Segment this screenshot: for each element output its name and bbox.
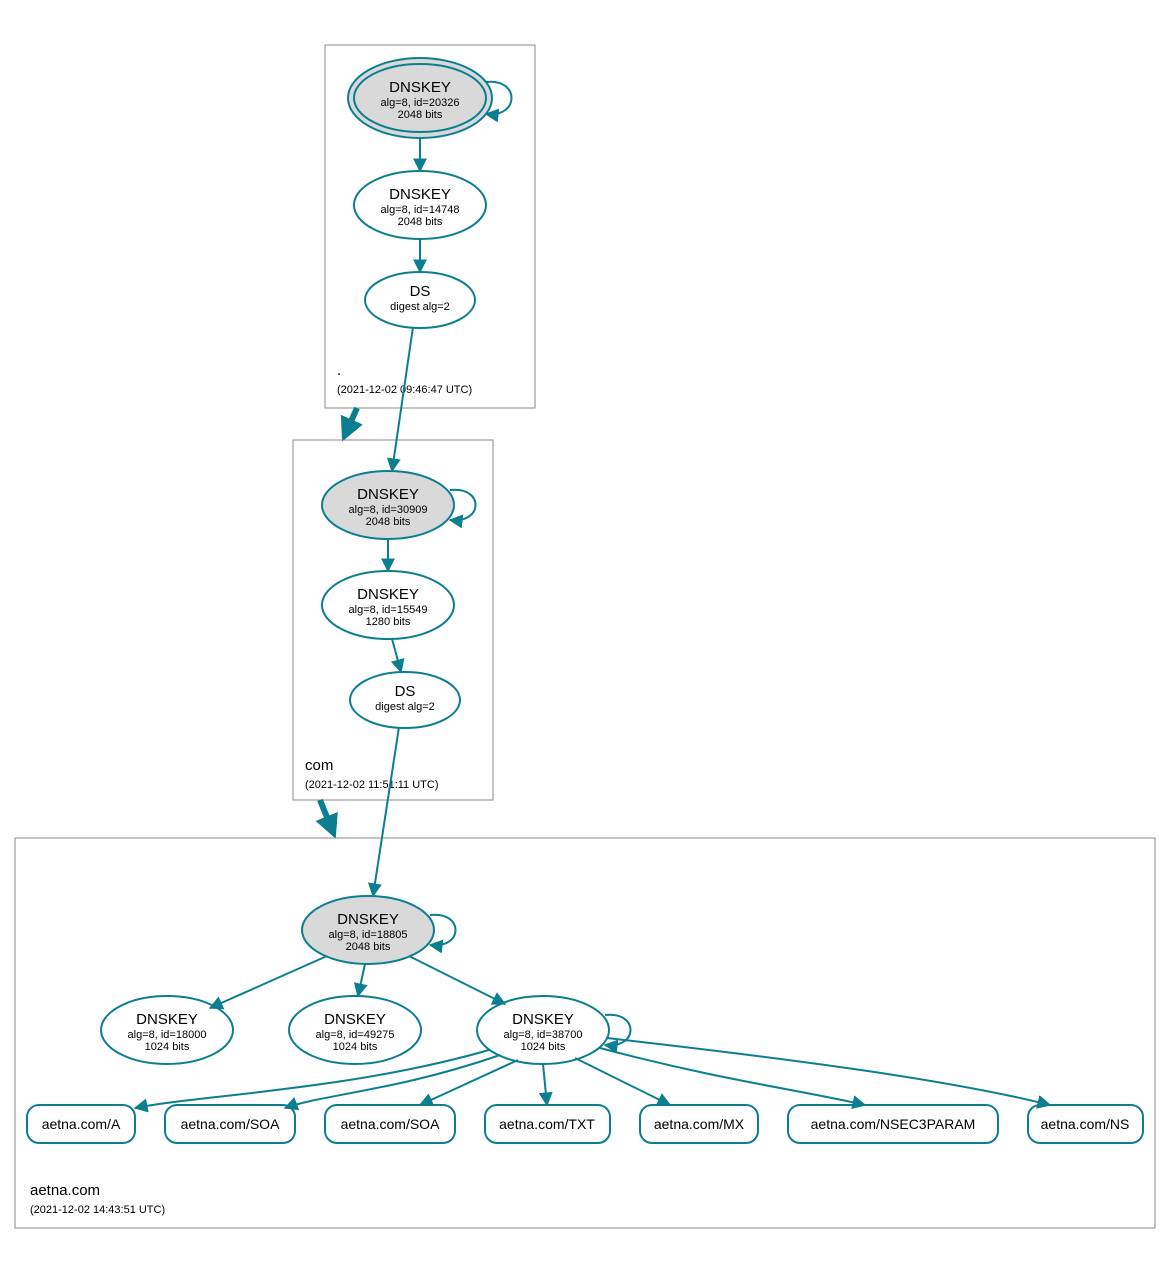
rrset-mx: aetna.com/MX <box>640 1105 758 1143</box>
svg-text:2048 bits: 2048 bits <box>398 109 443 121</box>
svg-text:2048 bits: 2048 bits <box>346 941 391 953</box>
svg-text:DNSKEY: DNSKEY <box>324 1011 386 1028</box>
edge-aetna-ksk-to-zsk3 <box>409 956 505 1004</box>
svg-text:DNSKEY: DNSKEY <box>136 1011 198 1028</box>
svg-text:alg=8, id=49275: alg=8, id=49275 <box>316 1029 395 1041</box>
svg-text:aetna.com/SOA: aetna.com/SOA <box>341 1116 440 1132</box>
svg-text:alg=8, id=38700: alg=8, id=38700 <box>504 1029 583 1041</box>
svg-text:DNSKEY: DNSKEY <box>389 79 451 96</box>
edge-root-to-com-zone <box>345 408 357 435</box>
node-root-ksk: DNSKEY alg=8, id=20326 2048 bits <box>348 58 492 138</box>
edge-zsk3-to-soa2 <box>420 1060 518 1105</box>
edge-com-ds-to-aetna-ksk <box>373 727 399 896</box>
svg-text:aetna.com/SOA: aetna.com/SOA <box>181 1116 280 1132</box>
svg-text:alg=8, id=20326: alg=8, id=20326 <box>381 97 460 109</box>
edge-zsk3-to-soa1 <box>285 1055 500 1108</box>
rrset-txt: aetna.com/TXT <box>485 1105 610 1143</box>
zone-aetna-timestamp: (2021-12-02 14:43:51 UTC) <box>30 1204 165 1216</box>
rrset-ns: aetna.com/NS <box>1028 1105 1143 1143</box>
svg-text:DNSKEY: DNSKEY <box>512 1011 574 1028</box>
svg-text:1024 bits: 1024 bits <box>145 1041 190 1053</box>
edge-zsk3-to-txt <box>543 1064 547 1105</box>
node-root-zsk: DNSKEY alg=8, id=14748 2048 bits <box>354 171 486 239</box>
svg-text:DS: DS <box>410 283 431 300</box>
svg-text:aetna.com/MX: aetna.com/MX <box>654 1116 745 1132</box>
edge-com-zsk-to-ds <box>392 639 401 672</box>
svg-text:aetna.com/NSEC3PARAM: aetna.com/NSEC3PARAM <box>811 1116 976 1132</box>
svg-text:DNSKEY: DNSKEY <box>357 486 419 503</box>
svg-text:DNSKEY: DNSKEY <box>389 186 451 203</box>
svg-text:DNSKEY: DNSKEY <box>337 911 399 928</box>
svg-text:1024 bits: 1024 bits <box>333 1041 378 1053</box>
svg-text:digest alg=2: digest alg=2 <box>375 701 435 713</box>
node-aetna-zsk-38700: DNSKEY alg=8, id=38700 1024 bits <box>477 996 609 1064</box>
svg-text:alg=8, id=18805: alg=8, id=18805 <box>329 929 408 941</box>
edge-com-to-aetna-zone <box>320 800 333 832</box>
node-com-ksk: DNSKEY alg=8, id=30909 2048 bits <box>322 471 454 539</box>
svg-text:1280 bits: 1280 bits <box>366 616 411 628</box>
rrset-nsec3param: aetna.com/NSEC3PARAM <box>788 1105 998 1143</box>
edge-zsk3-to-mx <box>575 1058 670 1105</box>
edge-root-ds-to-com-ksk <box>392 327 413 471</box>
edge-aetna-ksk-to-zsk1 <box>210 956 327 1008</box>
svg-text:DS: DS <box>395 683 416 700</box>
svg-text:alg=8, id=15549: alg=8, id=15549 <box>349 604 428 616</box>
svg-text:2048 bits: 2048 bits <box>398 216 443 228</box>
node-root-ds: DS digest alg=2 <box>365 272 475 328</box>
svg-text:2048 bits: 2048 bits <box>366 516 411 528</box>
dnssec-diagram: . (2021-12-02 09:46:47 UTC) DNSKEY alg=8… <box>0 0 1171 1278</box>
rrset-soa-2: aetna.com/SOA <box>325 1105 455 1143</box>
svg-text:alg=8, id=30909: alg=8, id=30909 <box>349 504 428 516</box>
rrset-soa-1: aetna.com/SOA <box>165 1105 295 1143</box>
svg-text:1024 bits: 1024 bits <box>521 1041 566 1053</box>
node-aetna-ksk: DNSKEY alg=8, id=18805 2048 bits <box>302 896 434 964</box>
zone-com-name: com <box>305 757 333 774</box>
svg-text:aetna.com/TXT: aetna.com/TXT <box>499 1116 595 1132</box>
node-aetna-zsk-49275: DNSKEY alg=8, id=49275 1024 bits <box>289 996 421 1064</box>
svg-text:aetna.com/NS: aetna.com/NS <box>1041 1116 1130 1132</box>
svg-text:alg=8, id=14748: alg=8, id=14748 <box>381 204 460 216</box>
node-com-ds: DS digest alg=2 <box>350 672 460 728</box>
svg-text:digest alg=2: digest alg=2 <box>390 301 450 313</box>
svg-text:aetna.com/A: aetna.com/A <box>42 1116 121 1132</box>
edge-zsk3-to-ns <box>607 1038 1050 1105</box>
edge-aetna-ksk-to-zsk2 <box>358 964 365 996</box>
svg-text:DNSKEY: DNSKEY <box>357 586 419 603</box>
zone-aetna-name: aetna.com <box>30 1182 100 1199</box>
zone-com-timestamp: (2021-12-02 11:51:11 UTC) <box>305 779 439 791</box>
edge-zsk3-to-nsec <box>600 1048 865 1105</box>
rrset-a: aetna.com/A <box>27 1105 135 1143</box>
node-com-zsk: DNSKEY alg=8, id=15549 1280 bits <box>322 571 454 639</box>
zone-root-name: . <box>337 362 341 379</box>
svg-text:alg=8, id=18000: alg=8, id=18000 <box>128 1029 207 1041</box>
